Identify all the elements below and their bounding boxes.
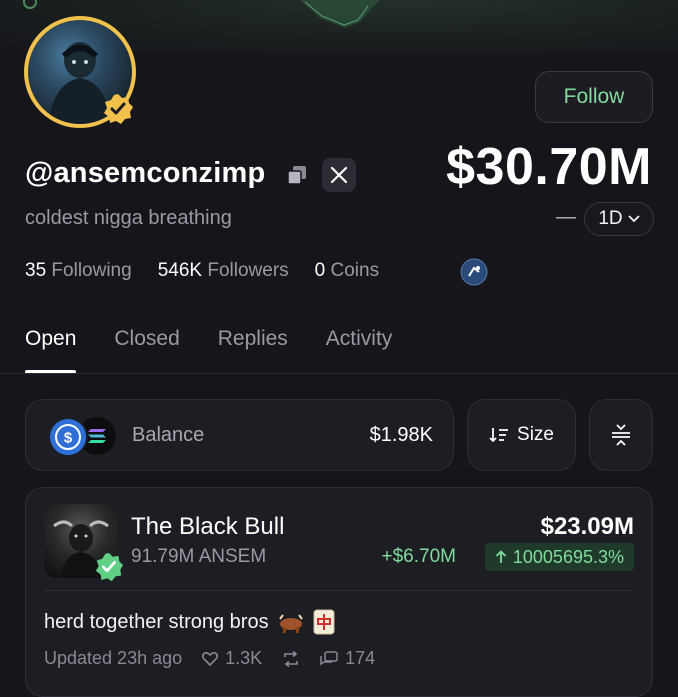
x-link-button[interactable] (322, 158, 356, 192)
post-text: herd together strong bros (44, 610, 269, 633)
balance-label: Balance (132, 424, 205, 446)
profile-bio: coldest nigga breathing (25, 207, 232, 229)
coins-stat[interactable]: 0 Coins (315, 260, 379, 282)
net-worth-value: $30.70M (446, 138, 652, 196)
following-label: Following (51, 260, 132, 281)
repost-icon (284, 650, 298, 667)
collapse-icon (612, 424, 630, 446)
coin-change: +$6.70M (381, 546, 456, 567)
coin-percent-badge: 10005695.3% (484, 543, 634, 571)
coin-name[interactable]: The Black Bull (131, 513, 284, 541)
sort-icon (489, 428, 509, 443)
coin-percent: 10005695.3% (512, 546, 624, 567)
coin-value: $23.09M (540, 513, 634, 540)
followers-label: Followers (207, 260, 289, 281)
sort-size-button[interactable]: Size (467, 399, 576, 471)
chevron-down-icon (628, 215, 640, 223)
change-indicator: — (556, 206, 576, 228)
coins-count: 0 (314, 260, 326, 281)
reply-button[interactable]: 174 (320, 648, 375, 669)
post-meta: Updated 23h ago 1.3K 174 (44, 648, 375, 669)
arrow-up-icon (495, 550, 507, 563)
copy-icon[interactable] (286, 164, 308, 186)
following-stat[interactable]: 35 Following (25, 260, 132, 282)
balance-card[interactable]: $ Balance $1.98K (25, 399, 454, 471)
achievement-icon[interactable] (460, 258, 488, 286)
verified-badge-icon (104, 94, 133, 124)
follow-button[interactable]: Follow (535, 71, 653, 123)
heart-icon (202, 651, 219, 666)
tabs-divider (0, 373, 678, 374)
position-card[interactable]: The Black Bull 91.79M ANSEM $23.09M +$6.… (25, 487, 653, 697)
like-count: 1.3K (225, 648, 263, 668)
usdc-icon: $ (48, 417, 88, 457)
card-divider (44, 590, 634, 591)
profile-tabs: Open Closed Replies Activity (25, 327, 393, 374)
tab-activity[interactable]: Activity (326, 327, 393, 351)
mahjong-tile-icon (313, 609, 335, 635)
reply-count: 174 (345, 648, 376, 668)
coin-amount: 91.79M ANSEM (131, 546, 267, 567)
following-count: 35 (25, 260, 47, 281)
x-logo-icon (330, 166, 348, 184)
repost-button[interactable] (282, 650, 300, 667)
tab-open[interactable]: Open (25, 327, 77, 374)
profile-stats: 35 Following 546K Followers 0 Coins (25, 260, 379, 282)
followers-stat[interactable]: 546K Followers (158, 260, 289, 282)
coins-label: Coins (330, 260, 380, 281)
followers-count: 546K (157, 260, 203, 281)
verified-badge-icon (95, 552, 124, 582)
sort-label: Size (517, 424, 554, 445)
svg-text:$: $ (64, 430, 73, 447)
post-content: herd together strong bros (44, 609, 335, 635)
balance-value: $1.98K (369, 424, 433, 446)
period-label: 1D (598, 208, 623, 229)
profile-handle: @ansemconzimp (25, 157, 266, 189)
ox-emoji-icon (278, 614, 303, 633)
collapse-button[interactable] (589, 399, 653, 471)
tab-replies[interactable]: Replies (218, 327, 288, 351)
updated-time: Updated 23h ago (44, 648, 183, 668)
like-button[interactable]: 1.3K (202, 648, 262, 669)
comment-icon (320, 650, 338, 665)
tab-closed[interactable]: Closed (114, 327, 179, 351)
period-selector[interactable]: 1D (584, 202, 654, 236)
